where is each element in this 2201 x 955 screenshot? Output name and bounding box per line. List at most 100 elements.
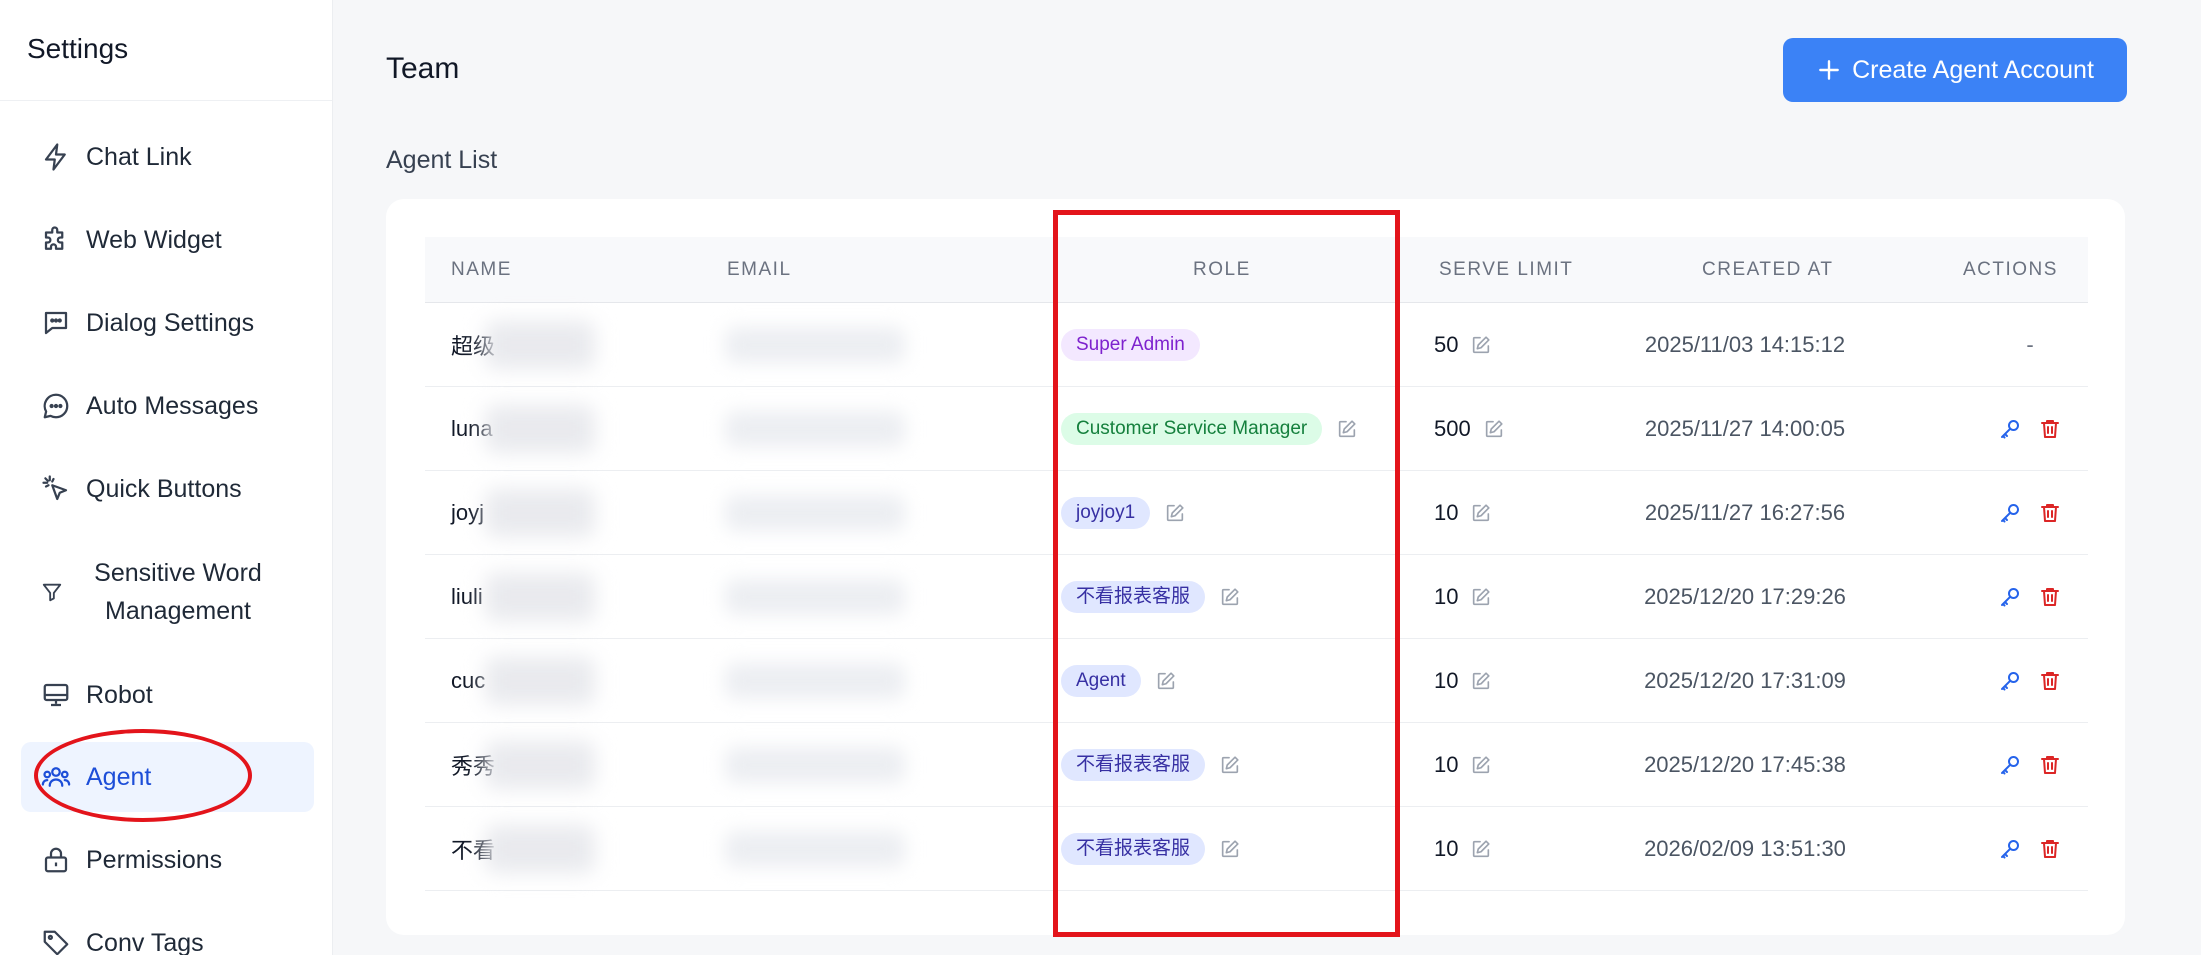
role-badge: Customer Service Manager [1061, 413, 1323, 445]
delete-trash-icon[interactable] [2038, 585, 2062, 609]
reset-password-key-icon[interactable] [1998, 837, 2022, 861]
sidebar-item-auto-messages[interactable]: Auto Messages [21, 376, 314, 436]
delete-trash-icon[interactable] [2038, 753, 2062, 777]
sidebar: Settings Chat Link Web Widget Dialog Set… [0, 0, 333, 955]
edit-serve-limit-icon[interactable] [1470, 502, 1492, 524]
sidebar-item-label: Auto Messages [86, 391, 259, 420]
sidebar-item-label: Conv Tags [86, 928, 204, 955]
sidebar-item-dialog-settings[interactable]: Dialog Settings [21, 293, 314, 353]
message-circle-icon [41, 391, 71, 421]
serve-limit-value: 10 [1434, 836, 1459, 861]
edit-serve-limit-icon[interactable] [1470, 838, 1492, 860]
edit-role-icon[interactable] [1219, 754, 1241, 776]
edit-role-icon[interactable] [1219, 838, 1241, 860]
role-badge: Agent [1061, 665, 1141, 697]
redacted-name [485, 321, 595, 369]
reset-password-key-icon[interactable] [1998, 585, 2022, 609]
reset-password-key-icon[interactable] [1998, 753, 2022, 777]
role-badge: joyjoy1 [1061, 497, 1151, 529]
serve-limit-value: 10 [1434, 500, 1459, 525]
column-header-name: NAME [451, 259, 512, 280]
edit-serve-limit-icon[interactable] [1470, 670, 1492, 692]
page-title: Team [386, 52, 460, 85]
sidebar-item-robot[interactable]: Robot [21, 665, 314, 725]
sidebar-item-sensitive-word[interactable]: Sensitive Word Management [21, 546, 314, 638]
column-header-role: ROLE [1193, 259, 1251, 280]
monitor-icon [41, 680, 71, 710]
role-cell: 不看报表客服 [1061, 807, 1241, 891]
delete-trash-icon[interactable] [2038, 501, 2062, 525]
sidebar-item-conv-tags[interactable]: Conv Tags [21, 913, 314, 955]
serve-limit-cell: 50 [1434, 303, 1492, 387]
create-agent-account-button[interactable]: Create Agent Account [1783, 38, 2127, 102]
created-at: 2025/11/27 14:00:05 [1644, 416, 1846, 441]
sidebar-item-label: Web Widget [86, 225, 222, 254]
table-row: joyj joyjoy1 10 2025/11/27 16:27:56 [425, 471, 2088, 555]
role-cell: joyjoy1 [1061, 471, 1186, 555]
sidebar-item-web-widget[interactable]: Web Widget [21, 210, 314, 270]
serve-limit-value: 10 [1434, 668, 1459, 693]
role-cell: Super Admin [1061, 303, 1200, 387]
redacted-email [725, 747, 905, 783]
sidebar-title: Settings [0, 0, 332, 101]
redacted-name [485, 405, 595, 453]
role-badge: Super Admin [1061, 329, 1200, 361]
serve-limit-value: 50 [1434, 332, 1459, 357]
puzzle-icon [41, 225, 71, 255]
role-cell: 不看报表客服 [1061, 555, 1241, 639]
edit-role-icon[interactable] [1219, 586, 1241, 608]
sidebar-item-label: Robot [86, 680, 153, 709]
serve-limit-value: 500 [1434, 416, 1471, 441]
reset-password-key-icon[interactable] [1998, 417, 2022, 441]
actions-cell [1965, 807, 2095, 891]
actions-cell [1965, 471, 2095, 555]
edit-serve-limit-icon[interactable] [1470, 586, 1492, 608]
role-cell: 不看报表客服 [1061, 723, 1241, 807]
actions-cell [1965, 639, 2095, 723]
edit-serve-limit-icon[interactable] [1470, 334, 1492, 356]
table-row: luna Customer Service Manager 500 2025/11/2… [425, 387, 2088, 471]
created-at: 2025/11/27 16:27:56 [1644, 500, 1846, 525]
table-row: 不看 不看报表客服 10 2026/02/09 13:51:30 [425, 807, 2088, 891]
role-cell: Agent [1061, 639, 1177, 723]
serve-limit-cell: 500 [1434, 387, 1505, 471]
table-row: 秀秀 不看报表客服 10 2025/12/20 17:45:38 [425, 723, 2088, 807]
created-at: 2025/12/20 17:29:26 [1644, 584, 1846, 609]
sidebar-item-quick-buttons[interactable]: Quick Buttons [21, 459, 314, 519]
actions-cell [1965, 723, 2095, 807]
redacted-name [485, 657, 595, 705]
serve-limit-cell: 10 [1434, 555, 1492, 639]
sidebar-item-permissions[interactable]: Permissions [21, 830, 314, 890]
actions-empty: - [2026, 332, 2034, 357]
delete-trash-icon[interactable] [2038, 837, 2062, 861]
role-badge: 不看报表客服 [1061, 581, 1206, 613]
edit-serve-limit-icon[interactable] [1483, 418, 1505, 440]
created-at: 2025/12/20 17:45:38 [1644, 752, 1846, 777]
edit-role-icon[interactable] [1164, 502, 1186, 524]
created-at: 2025/11/03 14:15:12 [1644, 332, 1846, 357]
sidebar-item-agent[interactable]: Agent [21, 742, 314, 812]
reset-password-key-icon[interactable] [1998, 501, 2022, 525]
actions-cell [1965, 387, 2095, 471]
redacted-email [725, 495, 905, 531]
users-icon [41, 762, 71, 792]
column-header-actions: ACTIONS [1963, 259, 2058, 280]
sidebar-item-chat-link[interactable]: Chat Link [21, 127, 314, 187]
serve-limit-cell: 10 [1434, 807, 1492, 891]
serve-limit-value: 10 [1434, 752, 1459, 777]
sidebar-item-label: Sensitive Word Management [94, 559, 262, 625]
serve-limit-cell: 10 [1434, 471, 1492, 555]
table-header: NAME EMAIL ROLE SERVE LIMIT CREATED AT A… [425, 237, 2088, 303]
section-label: Agent List [386, 146, 498, 174]
edit-serve-limit-icon[interactable] [1470, 754, 1492, 776]
edit-role-icon[interactable] [1155, 670, 1177, 692]
actions-cell [1965, 555, 2095, 639]
reset-password-key-icon[interactable] [1998, 669, 2022, 693]
edit-role-icon[interactable] [1336, 418, 1358, 440]
delete-trash-icon[interactable] [2038, 669, 2062, 693]
lock-icon [41, 845, 71, 875]
column-header-created-at: CREATED AT [1702, 259, 1834, 280]
delete-trash-icon[interactable] [2038, 417, 2062, 441]
column-header-email: EMAIL [727, 259, 792, 280]
plus-icon [1819, 60, 1839, 80]
